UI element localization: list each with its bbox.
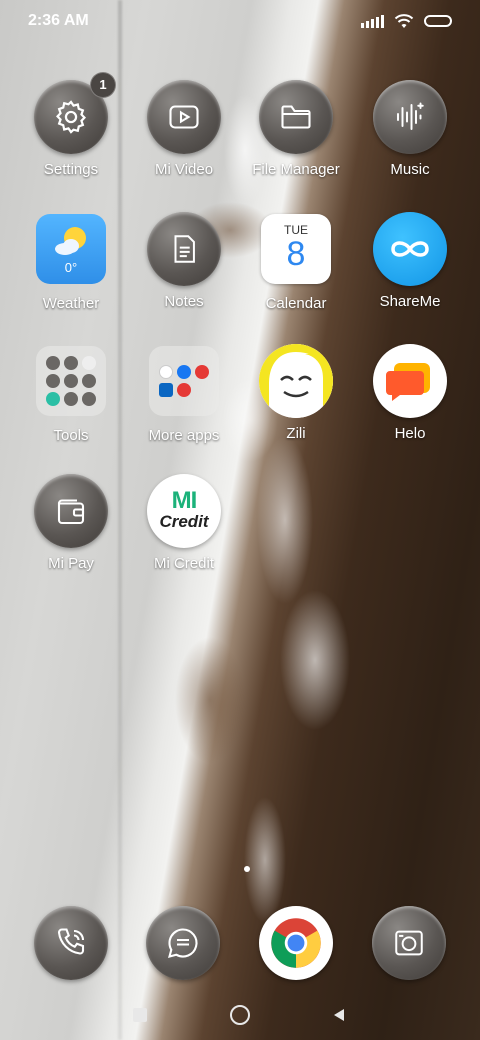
calendar-icon: TUE 8 [261, 214, 331, 284]
navigation-bar [0, 990, 480, 1040]
app-settings[interactable]: 1 Settings [15, 72, 127, 178]
battery-icon [424, 15, 452, 27]
home-icon[interactable] [227, 1002, 253, 1028]
status-icons [361, 13, 452, 29]
infinity-icon [373, 212, 447, 286]
camera-icon [372, 906, 446, 980]
page-indicator [244, 866, 250, 872]
chrome-icon [259, 906, 333, 980]
dock-chrome[interactable] [259, 906, 333, 980]
recents-icon[interactable] [127, 1002, 153, 1028]
app-weather[interactable]: 0° Weather [15, 212, 127, 312]
app-file-manager[interactable]: File Manager [240, 80, 352, 178]
mi-credit-logo: MI Credit [147, 474, 221, 548]
app-label: Weather [42, 295, 100, 312]
app-notes[interactable]: Notes [128, 212, 240, 310]
app-helo[interactable]: Helo [354, 344, 466, 442]
folder-icon [36, 346, 106, 416]
dock-camera[interactable] [372, 906, 446, 980]
app-label: Calendar [265, 295, 327, 312]
app-label: Music [390, 161, 430, 178]
app-mi-pay[interactable]: Mi Pay [15, 474, 127, 572]
phone-icon [34, 906, 108, 980]
app-label: ShareMe [379, 293, 441, 310]
wifi-icon [394, 14, 414, 28]
status-bar: 2:36 AM [0, 0, 480, 44]
notification-badge: 1 [90, 72, 116, 98]
app-shareme[interactable]: ShareMe [354, 212, 466, 310]
folder-icon [149, 346, 219, 416]
note-icon [147, 212, 221, 286]
app-label: Mi Pay [48, 555, 94, 572]
zili-face-icon [259, 344, 333, 418]
weather-sun-cloud-icon: 0° [36, 214, 106, 284]
folder-icon [259, 80, 333, 154]
app-music[interactable]: Music [354, 80, 466, 178]
folder-more-apps[interactable]: More apps [128, 344, 240, 444]
play-icon [147, 80, 221, 154]
dock-phone[interactable] [34, 906, 108, 980]
message-icon [146, 906, 220, 980]
app-label: Helo [394, 425, 426, 442]
app-label: Tools [53, 427, 89, 444]
app-label: Mi Credit [153, 555, 214, 572]
app-label: Notes [164, 293, 204, 310]
mi-credit-logo-bottom: Credit [159, 512, 209, 531]
weather-temp: 0° [64, 259, 78, 275]
soundwave-icon [373, 80, 447, 154]
app-label: File Manager [252, 161, 340, 178]
folder-tools[interactable]: Tools [15, 344, 127, 444]
app-mi-credit[interactable]: MI Credit Mi Credit [128, 474, 240, 572]
app-label: Zili [286, 425, 306, 442]
app-label: More apps [148, 427, 220, 444]
app-calendar[interactable]: TUE 8 Calendar [240, 212, 352, 312]
status-time: 2:36 AM [28, 12, 89, 29]
app-label: Settings [43, 161, 99, 178]
calendar-day: 8 [286, 235, 306, 273]
app-label: Mi Video [154, 161, 214, 178]
app-zili[interactable]: Zili [240, 344, 352, 442]
back-icon[interactable] [326, 1002, 352, 1028]
wallet-icon [34, 474, 108, 548]
dock-messages[interactable] [146, 906, 220, 980]
helo-chat-icon [373, 344, 447, 418]
mi-credit-logo-top: MI [171, 487, 198, 514]
signal-icon [361, 14, 384, 28]
app-mi-video[interactable]: Mi Video [128, 80, 240, 178]
